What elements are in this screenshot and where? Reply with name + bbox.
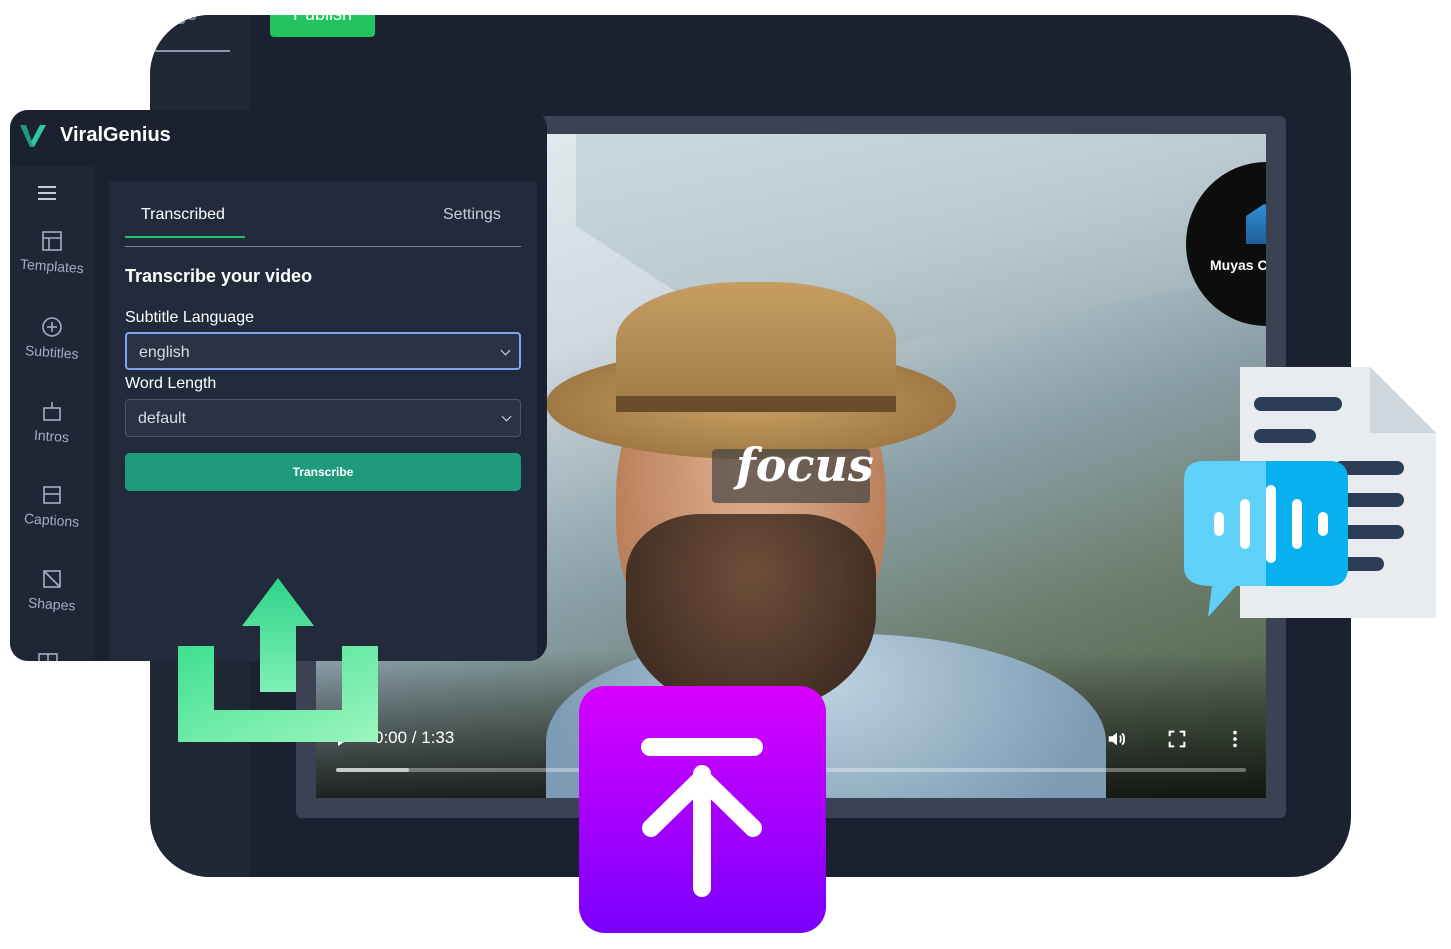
subtitle-language-select[interactable]: english [125, 332, 521, 370]
section-title: Transcribe your video [125, 266, 313, 286]
upload-arrow-icon [579, 686, 826, 933]
fullscreen-icon[interactable] [1166, 728, 1188, 750]
upload-tray-icon [178, 578, 378, 742]
sidebar-item-templates[interactable]: Templates [10, 230, 94, 277]
shape-icon [43, 570, 61, 588]
intro-icon [43, 402, 61, 421]
caption-word: focus [736, 438, 874, 492]
watermark-logo-text: Muyas C [1210, 257, 1266, 273]
progress-buffered [336, 768, 409, 772]
sidebar-item-label: Templates [19, 255, 85, 277]
background-tab-underline [150, 50, 230, 52]
hamburger-menu-icon[interactable] [38, 186, 56, 200]
subtitle-language-value: english [139, 344, 190, 361]
transcribe-button[interactable]: Transcribe [125, 453, 521, 491]
viralgenius-logo-icon [20, 125, 46, 147]
plus-circle-icon [42, 317, 62, 337]
more-options-icon[interactable] [1224, 728, 1246, 750]
video-scene-beard [626, 514, 876, 714]
sidebar-item-shapes[interactable]: Shapes [10, 568, 94, 614]
sidebar-item-label: Subtitles [24, 342, 80, 362]
active-tab-indicator [125, 236, 245, 238]
word-length-select[interactable]: default [125, 399, 521, 437]
brand-name: ViralGenius [60, 124, 171, 146]
chevron-down-icon [501, 411, 512, 422]
word-length-label: Word Length [125, 375, 217, 392]
app-header: ViralGenius [10, 110, 547, 166]
sidebar-item-label: Shapes [27, 594, 77, 614]
video-scene-hat [616, 282, 896, 412]
caption-icon [43, 486, 61, 504]
subtitle-language-label: Subtitle Language [125, 309, 254, 326]
sidebar-item-label: Intros [33, 426, 71, 446]
tab-divider [125, 246, 521, 247]
sidebar-item-captions[interactable]: Captions [10, 484, 94, 530]
word-length-value: default [138, 410, 187, 427]
volume-icon[interactable] [1106, 728, 1128, 750]
time-display: 0:00 / 1:33 [374, 728, 455, 747]
video-scene-hat-band [616, 396, 896, 412]
tab-settings[interactable]: Settings [443, 206, 501, 224]
chevron-down-icon [500, 345, 511, 356]
publish-button[interactable]: Publish [270, 15, 375, 37]
sidebar-item-label: Captions [23, 510, 81, 530]
tab-transcribed[interactable]: Transcribed [141, 206, 225, 224]
sidebar-more-icon [38, 653, 58, 661]
sidebar-item-subtitles[interactable]: Subtitles [10, 316, 94, 362]
sidebar-item-intros[interactable]: Intros [10, 400, 94, 446]
sidebar: Templates Subtitles Intros Captions Shap… [10, 166, 94, 661]
background-settings-tab[interactable]: ings [160, 15, 197, 26]
layout-icon [42, 231, 62, 251]
transcript-document-icon [1184, 367, 1436, 618]
